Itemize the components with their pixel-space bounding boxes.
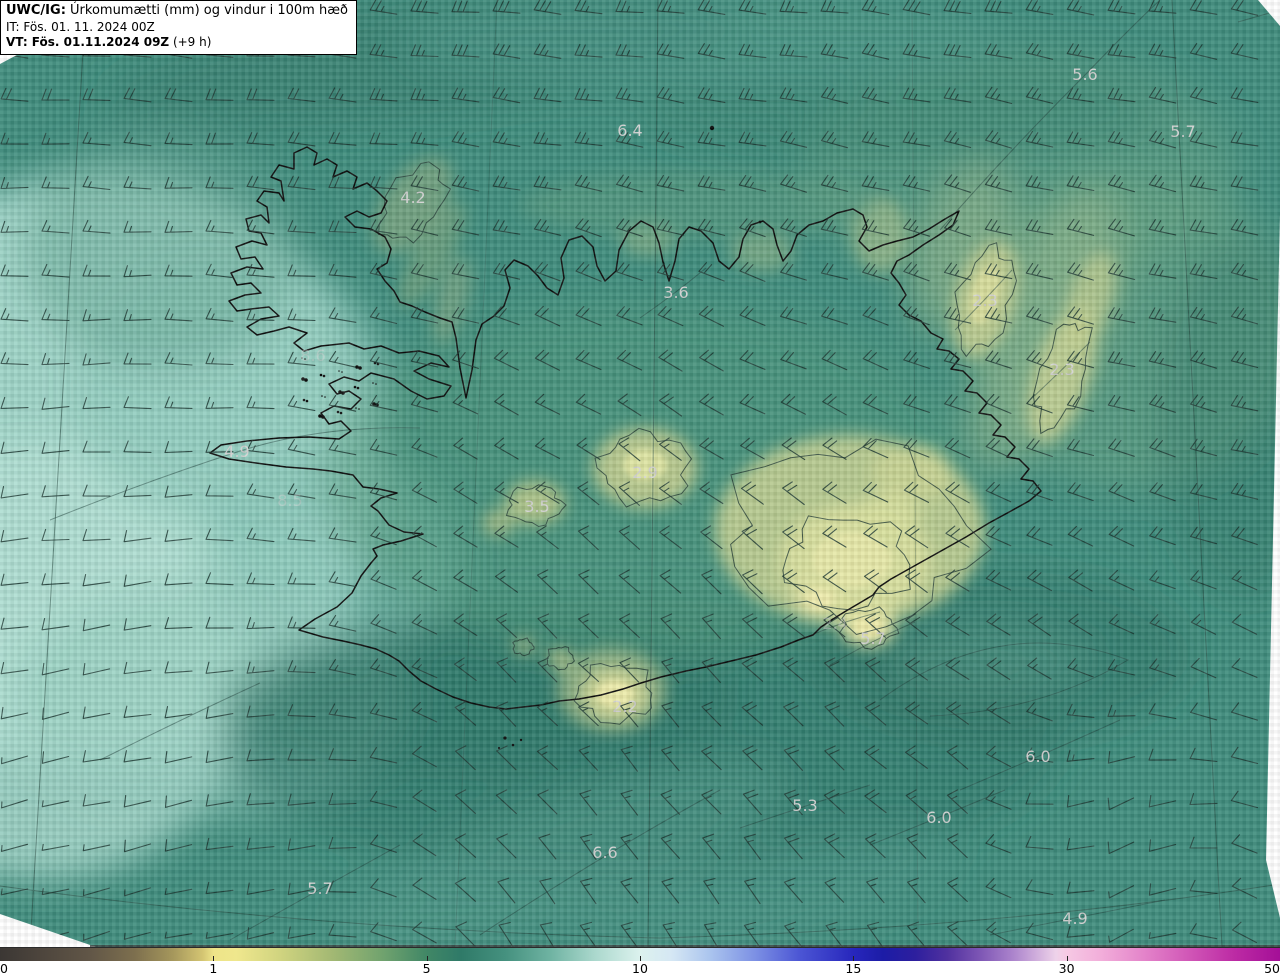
contour-label: 2.9 [632,463,657,482]
contour-label: 6.4 [617,121,642,140]
init-time-line: IT: Fös. 01. 11. 2024 00Z [6,19,155,34]
colorbar-tick-label: 50 [1264,961,1280,976]
contour-label: 8.6 [300,346,325,365]
title-line-1: UWC/IG: Úrkomumætti (mm) og vindur i 100… [6,3,348,20]
colorbar-gradient [0,947,1280,961]
contour-label: 2.4 [822,614,847,633]
contour-label: 5.3 [792,796,817,815]
contour-label: 4.9 [1062,909,1087,928]
contour-label: 2.3 [972,291,997,310]
title-box: UWC/IG: Úrkomumætti (mm) og vindur i 100… [0,0,357,56]
colorbar-tick-label: 10 [632,961,648,976]
map-canvas: 5.6 5.7 6.4 4.2 3.6 2.3 2.3 4.9 8.6 8.5 2.9 3.5 2.4 5… [0,0,1280,947]
contour-label: 5.6 [1072,65,1097,84]
colorbar-tick-label: 5 [422,961,431,976]
contour-label: 3.6 [663,283,688,302]
weather-map-screen: 5.6 5.7 6.4 4.2 3.6 2.3 2.3 4.9 8.6 8.5 2.9 3.5 2.4 5… [0,0,1280,978]
model-id: UWC/IG: [6,3,66,18]
forecast-offset: (+9 h) [169,35,212,50]
valid-time-line: VT: Fös. 01.11.2024 09Z (+9 h) [6,35,348,51]
contour-label: 5.7 [307,879,332,898]
contour-label: 5.7 [860,629,885,648]
map-svg: 5.6 5.7 6.4 4.2 3.6 2.3 2.3 4.9 8.6 8.5 2.9 3.5 2.4 5… [0,0,1280,947]
contour-label: 2.2 [612,697,637,716]
colorbar-tick-label: 1 [209,961,218,976]
contour-label: 8.5 [277,491,302,510]
colorbar-tick-label: 30 [1058,961,1075,976]
field-description: Úrkomumætti (mm) og vindur i 100m hæð [65,3,348,18]
valid-time: VT: Fös. 01.11.2024 09Z [6,35,170,50]
colorbar-tick-label: 0 [0,961,8,976]
contour-label: 4.9 [224,442,249,461]
contour-label: 2.3 [1049,360,1074,379]
contour-label: 6.0 [926,808,951,827]
contour-label: 4.2 [400,188,425,207]
contour-label: 6.6 [592,843,617,862]
colorbar-tick-labels: 0 1 5 10 15 30 50 [0,961,1280,978]
contour-label: 6.0 [1025,747,1050,766]
colorbar-tick-label: 15 [845,961,862,976]
contour-label: 3.5 [524,497,549,516]
contour-label: 5.7 [1170,122,1195,141]
